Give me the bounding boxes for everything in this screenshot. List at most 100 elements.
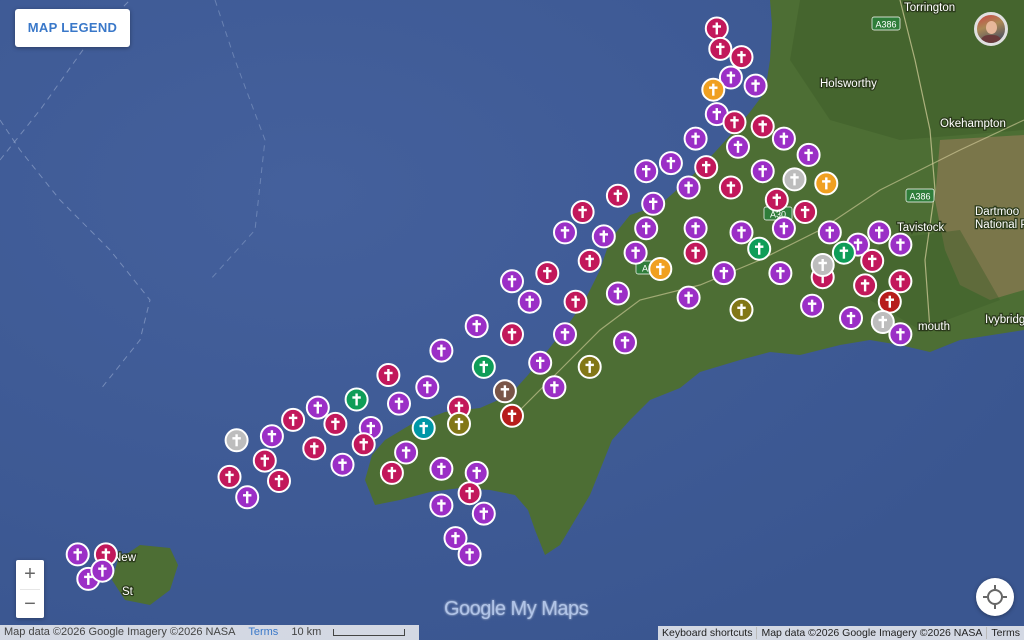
church-marker[interactable] — [800, 293, 825, 318]
church-marker[interactable] — [500, 322, 524, 347]
church-marker[interactable] — [281, 407, 306, 432]
church-marker[interactable] — [704, 16, 729, 41]
church-marker[interactable] — [217, 464, 242, 489]
church-marker[interactable] — [888, 322, 913, 347]
church-marker[interactable] — [726, 134, 750, 159]
church-marker[interactable] — [711, 261, 736, 286]
church-marker[interactable] — [415, 375, 440, 400]
church-marker[interactable] — [577, 354, 602, 379]
church-marker[interactable] — [764, 187, 789, 212]
church-marker[interactable] — [683, 216, 708, 241]
church-marker[interactable] — [718, 175, 743, 200]
church-marker[interactable] — [351, 432, 376, 457]
church-marker[interactable] — [817, 220, 842, 245]
church-marker[interactable] — [771, 126, 796, 151]
church-marker[interactable] — [563, 289, 588, 314]
church-marker[interactable] — [648, 257, 673, 281]
church-marker[interactable] — [867, 220, 892, 245]
church-marker[interactable] — [305, 395, 330, 420]
church-marker[interactable] — [853, 273, 878, 298]
church-marker[interactable] — [517, 289, 542, 314]
church-marker[interactable] — [708, 36, 733, 61]
church-marker[interactable] — [570, 200, 595, 224]
church-marker[interactable] — [457, 481, 482, 506]
church-marker[interactable] — [694, 155, 719, 180]
church-marker[interactable] — [577, 248, 602, 273]
zoom-out-button[interactable]: − — [16, 590, 44, 619]
church-marker[interactable] — [634, 159, 659, 184]
church-marker[interactable] — [224, 428, 249, 453]
church-marker[interactable] — [613, 330, 637, 355]
church-marker[interactable] — [464, 460, 489, 485]
church-marker[interactable] — [528, 350, 553, 375]
church-marker[interactable] — [394, 440, 419, 465]
church-marker[interactable] — [429, 456, 454, 481]
terms-link[interactable]: Terms — [248, 626, 278, 638]
church-marker[interactable] — [888, 269, 913, 294]
church-marker[interactable] — [252, 448, 277, 473]
church-marker[interactable] — [464, 314, 489, 339]
church-marker[interactable] — [267, 469, 291, 493]
church-marker[interactable] — [729, 45, 754, 70]
church-marker[interactable] — [376, 363, 401, 387]
church-marker[interactable] — [605, 183, 630, 208]
church-marker[interactable] — [641, 191, 666, 216]
church-marker[interactable] — [750, 114, 775, 139]
church-marker[interactable] — [839, 306, 863, 330]
church-marker[interactable] — [471, 501, 496, 526]
church-marker[interactable] — [793, 200, 818, 224]
church-marker[interactable] — [676, 285, 701, 310]
church-marker[interactable] — [747, 236, 772, 261]
keyboard-shortcuts-link[interactable]: Keyboard shortcuts — [658, 627, 756, 639]
church-marker[interactable] — [782, 167, 807, 192]
my-location-button[interactable] — [976, 578, 1014, 616]
church-marker[interactable] — [634, 216, 659, 241]
church-marker[interactable] — [471, 354, 496, 379]
church-marker[interactable] — [743, 73, 768, 98]
church-marker[interactable] — [623, 240, 648, 265]
church-marker[interactable] — [457, 542, 482, 567]
terms-link-right[interactable]: Terms — [986, 627, 1024, 639]
church-marker[interactable] — [302, 436, 327, 461]
church-marker[interactable] — [810, 253, 835, 277]
church-marker[interactable] — [235, 485, 260, 510]
church-marker[interactable] — [814, 171, 839, 196]
church-marker[interactable] — [387, 391, 411, 416]
satellite-map[interactable]: Torrington Holsworthy Okehampton Tavistock D… — [0, 0, 1024, 640]
church-marker[interactable] — [676, 175, 701, 200]
church-marker[interactable] — [535, 261, 560, 286]
church-marker[interactable] — [553, 322, 577, 347]
church-marker[interactable] — [729, 220, 754, 245]
church-marker[interactable] — [542, 375, 567, 400]
church-marker[interactable] — [750, 159, 775, 184]
church-marker[interactable] — [90, 558, 115, 583]
church-marker[interactable] — [683, 126, 708, 151]
church-marker[interactable] — [701, 77, 726, 102]
church-marker[interactable] — [379, 460, 404, 485]
church-marker[interactable] — [411, 416, 436, 440]
church-marker[interactable] — [729, 297, 754, 322]
church-marker[interactable] — [888, 232, 913, 257]
church-marker[interactable] — [447, 411, 471, 436]
church-marker[interactable] — [591, 224, 616, 249]
church-marker[interactable] — [683, 240, 708, 265]
church-marker[interactable] — [500, 269, 524, 294]
church-marker[interactable] — [877, 289, 902, 314]
church-marker[interactable] — [429, 338, 454, 363]
church-marker[interactable] — [605, 281, 630, 306]
church-marker[interactable] — [768, 261, 793, 286]
church-marker[interactable] — [323, 411, 348, 436]
church-marker[interactable] — [429, 493, 454, 518]
zoom-in-button[interactable]: + — [16, 560, 44, 589]
church-marker[interactable] — [771, 216, 796, 241]
user-avatar[interactable] — [974, 12, 1008, 46]
church-marker[interactable] — [831, 240, 856, 265]
church-marker[interactable] — [553, 220, 577, 245]
church-marker[interactable] — [860, 248, 885, 273]
map-canvas[interactable]: Torrington Holsworthy Okehampton Tavistock D… — [0, 0, 1024, 640]
church-marker[interactable] — [330, 452, 355, 477]
church-marker[interactable] — [796, 142, 821, 167]
church-marker[interactable] — [344, 387, 369, 412]
church-marker[interactable] — [722, 110, 747, 135]
church-marker[interactable] — [492, 379, 517, 404]
